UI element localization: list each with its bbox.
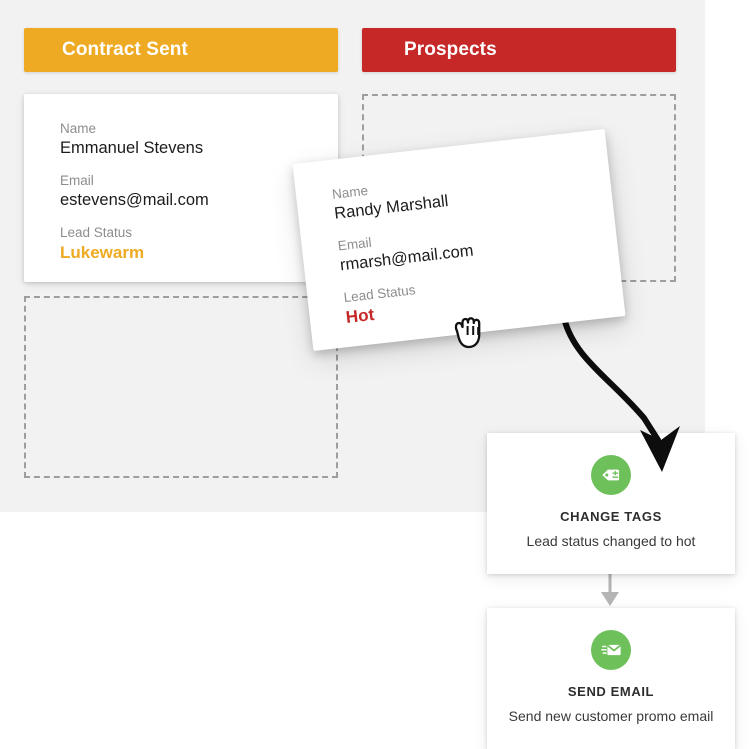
- node-description: Lead status changed to hot: [526, 533, 696, 549]
- drop-zone-contract-sent[interactable]: [24, 296, 338, 478]
- lead-name-value: Emmanuel Stevens: [60, 139, 204, 157]
- lead-name-label: Name: [60, 121, 97, 136]
- workflow-node-send-email[interactable]: SEND EMAIL Send new customer promo email: [487, 608, 735, 749]
- column-title: Prospects: [404, 39, 497, 60]
- send-email-icon: [591, 630, 631, 670]
- lead-status-value: Lukewarm: [60, 243, 145, 262]
- lead-card[interactable]: Name Emmanuel Stevens Email estevens@mai…: [24, 94, 338, 282]
- column-title: Contract Sent: [62, 39, 188, 60]
- node-description: Send new customer promo email: [508, 708, 714, 724]
- lead-field-status: Lead Status Lukewarm: [60, 224, 338, 263]
- lead-field-name: Name Emmanuel Stevens: [60, 120, 338, 159]
- workflow-node-change-tags[interactable]: CHANGE TAGS Lead status changed to hot: [487, 433, 735, 574]
- column-header-prospects[interactable]: Prospects: [362, 28, 676, 72]
- tag-plus-minus-icon: [591, 455, 631, 495]
- column-header-contract-sent[interactable]: Contract Sent: [24, 28, 338, 72]
- node-title: SEND EMAIL: [567, 684, 655, 699]
- dragged-lead-card[interactable]: Name Randy Marshall Email rmarsh@mail.co…: [292, 129, 626, 351]
- node-title: CHANGE TAGS: [560, 509, 662, 524]
- lead-status-label: Lead Status: [60, 225, 133, 240]
